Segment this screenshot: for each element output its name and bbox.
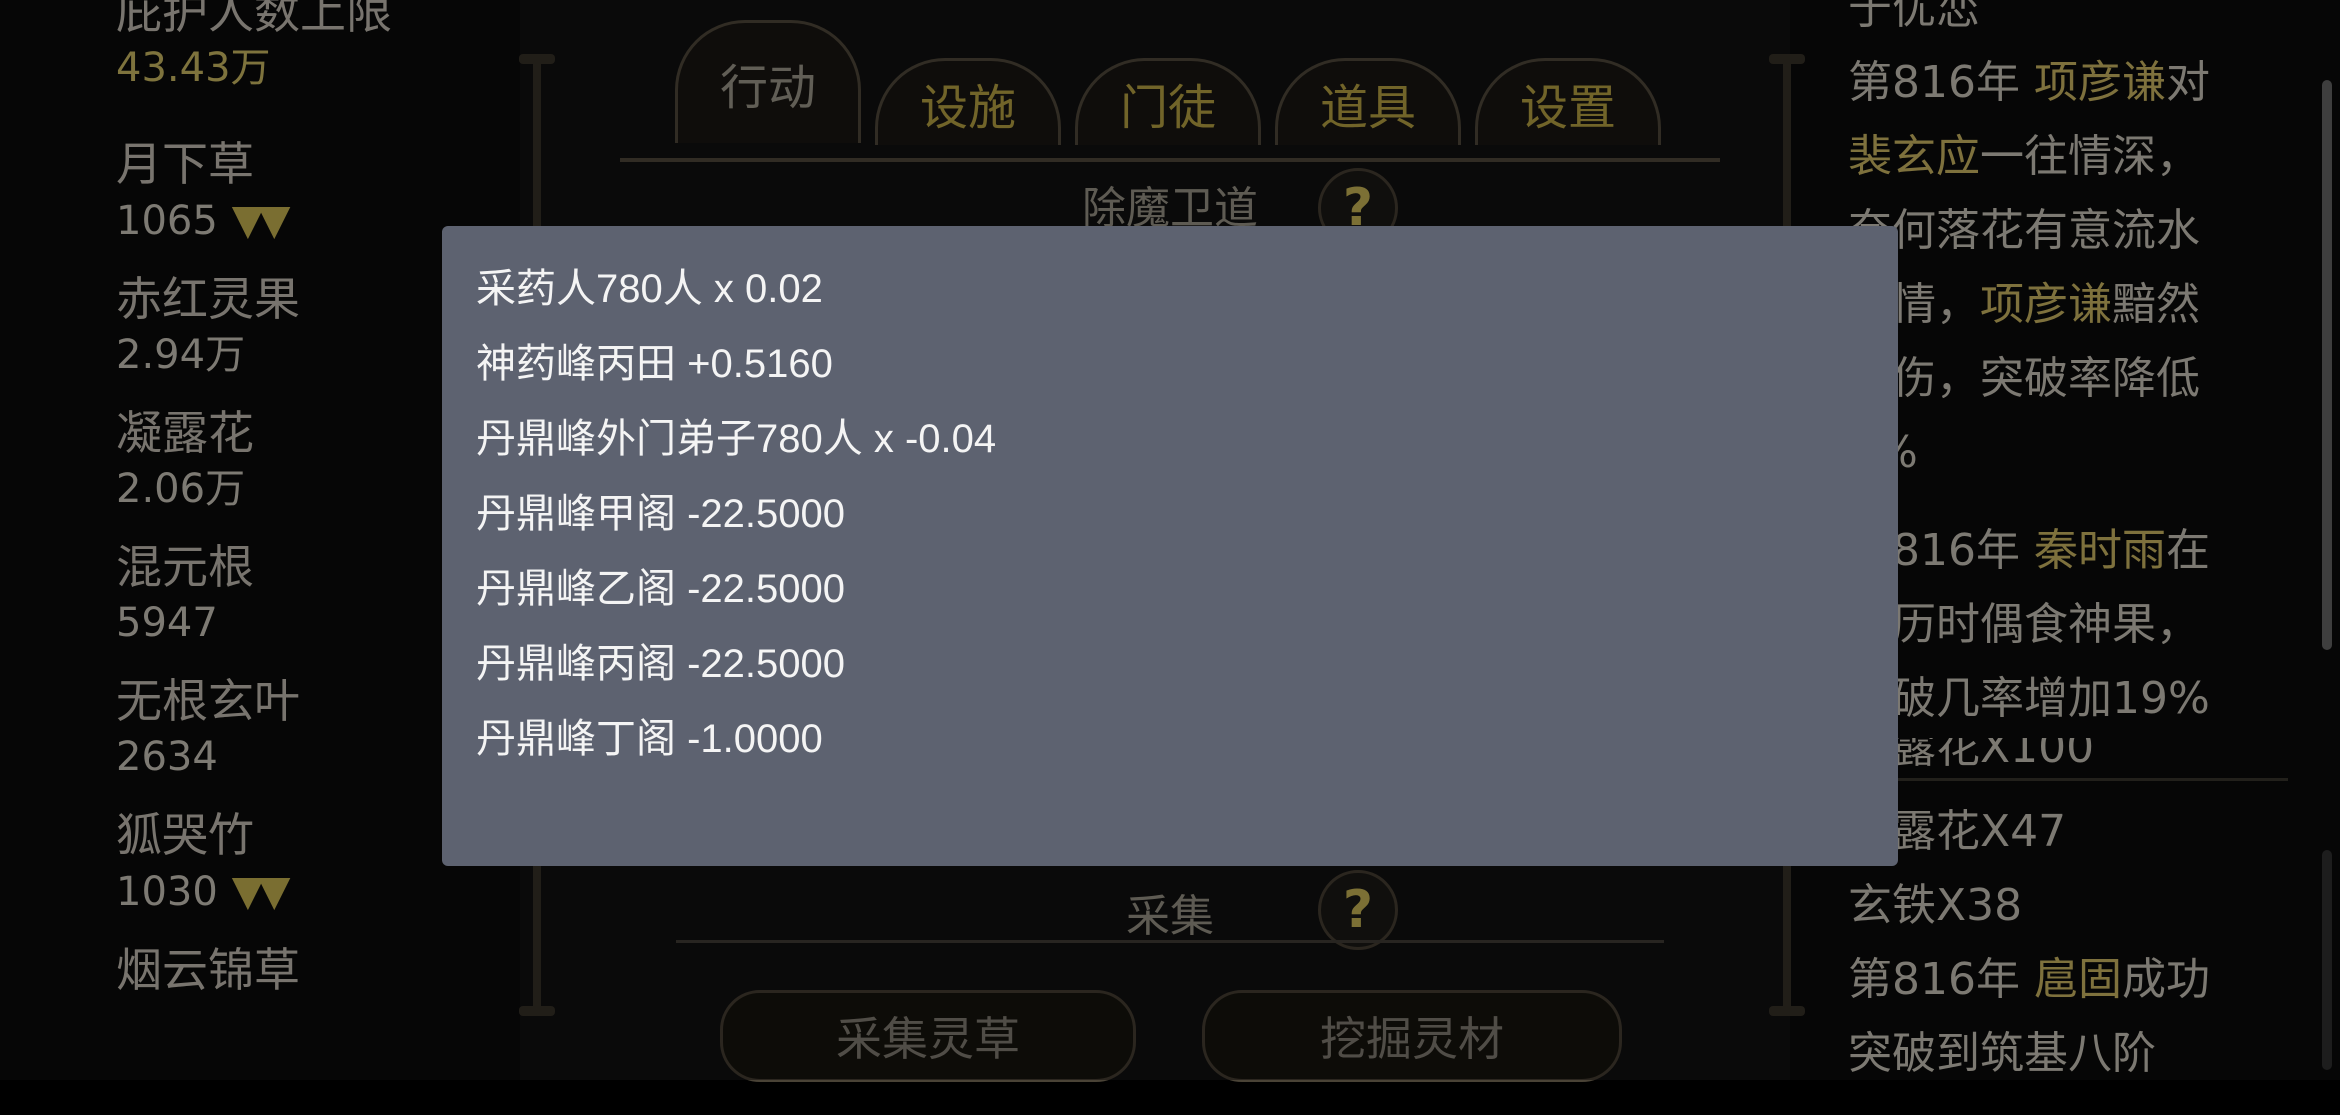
production-breakdown-tooltip[interactable]: 采药人780人 x 0.02 神药峰丙田 +0.5160 丹鼎峰外门弟子780人…	[442, 226, 1898, 866]
tooltip-line: 丹鼎峰丁阁 -1.0000	[476, 717, 823, 761]
tooltip-line: 丹鼎峰甲阁 -22.5000	[476, 492, 846, 536]
tooltip-line: 丹鼎峰外门弟子780人 x -0.04	[476, 417, 997, 461]
tooltip-line: 采药人780人 x 0.02	[476, 267, 823, 311]
tooltip-line: 丹鼎峰乙阁 -22.5000	[476, 567, 846, 611]
tooltip-line: 神药峰丙田 +0.5160	[476, 342, 833, 386]
tooltip-line: 丹鼎峰丙阁 -22.5000	[476, 642, 846, 686]
